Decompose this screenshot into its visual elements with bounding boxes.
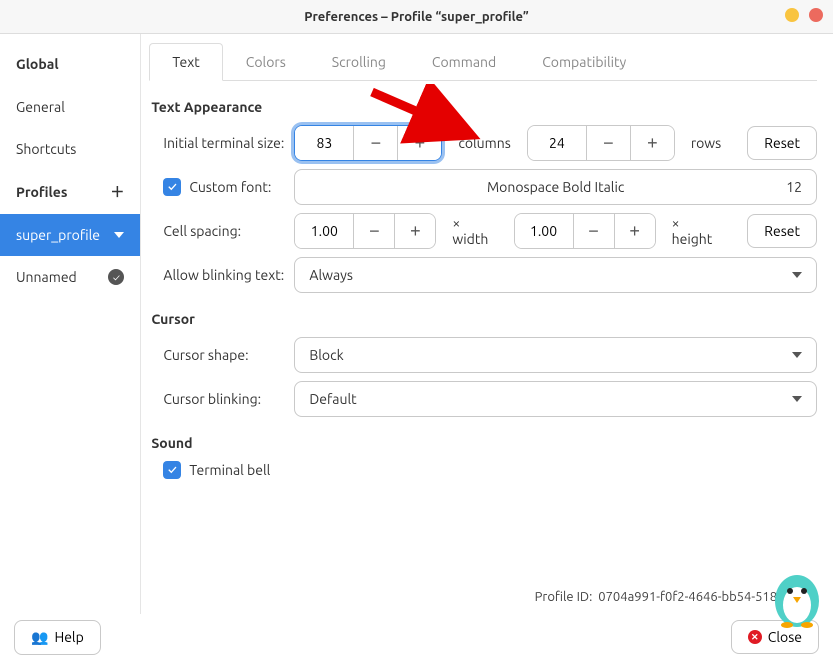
chevron-down-icon [792,272,802,278]
profile-menu-icon[interactable] [114,232,124,238]
help-button[interactable]: 👥 Help [14,620,101,655]
custom-font-checkbox[interactable]: ✓ [163,178,181,196]
cursor-blink-label: Cursor blinking: [149,391,284,407]
cell-height-unit: × height [672,215,722,247]
help-icon: 👥 [31,629,48,646]
sidebar-item-label: General [16,99,65,115]
allow-blink-select[interactable]: Always [294,257,817,293]
rows-unit: rows [691,135,721,151]
cell-width-decr-button[interactable]: − [353,214,394,248]
reset-cell-button[interactable]: Reset [747,214,817,248]
section-sound: Sound [151,435,817,451]
rows-stepper: − + [527,125,675,161]
chevron-down-icon [792,396,802,402]
columns-unit: columns [458,135,510,151]
columns-incr-button[interactable]: + [397,126,441,160]
columns-input[interactable] [295,126,353,160]
sidebar-item-shortcuts[interactable]: Shortcuts [0,128,140,170]
custom-font-label: Custom font: [189,179,271,195]
sidebar-item-label: super_profile [16,227,100,243]
terminal-bell-checkbox[interactable]: ✓ [163,461,181,479]
reset-size-button[interactable]: Reset [747,126,817,160]
cursor-blink-select[interactable]: Default [294,381,817,417]
cell-height-incr-button[interactable]: + [614,214,655,248]
sidebar-item-super-profile[interactable]: super_profile [0,214,140,256]
tab-text[interactable]: Text [149,43,222,81]
tab-compatibility[interactable]: Compatibility [519,43,649,81]
profile-id: Profile ID: 0704a991-f0f2-4646-bb54-518f… [535,590,811,604]
section-text-appearance: Text Appearance [151,99,817,115]
sidebar-item-unnamed[interactable]: Unnamed ✓ [0,256,140,298]
cell-width-stepper: − + [294,213,436,249]
columns-decr-button[interactable]: − [353,126,397,160]
columns-stepper: − + [294,125,442,161]
cell-width-unit: × width [452,215,497,247]
minimize-button[interactable] [785,8,799,22]
cursor-shape-select[interactable]: Block [294,337,817,373]
rows-input[interactable] [528,126,586,160]
sidebar-item-label: Unnamed [16,269,77,285]
allow-blink-value: Always [309,267,353,283]
rows-incr-button[interactable]: + [630,126,674,160]
titlebar: Preferences – Profile “super_profile” [0,0,833,34]
sidebar-heading-profiles: Profiles ＋ [0,170,140,214]
tabs: Text Colors Scrolling Command Compatibil… [149,42,817,81]
main-panel: Text Colors Scrolling Command Compatibil… [141,34,833,614]
window-controls [785,8,823,22]
footer: 👥 Help ✕ Close [0,614,833,659]
cell-height-input[interactable] [515,214,573,248]
cell-height-stepper: − + [514,213,656,249]
cursor-shape-value: Block [309,347,343,363]
sidebar-item-label: Shortcuts [16,141,76,157]
cell-height-decr-button[interactable]: − [573,214,614,248]
font-size: 12 [786,179,802,195]
chevron-down-icon [792,352,802,358]
font-name: Monospace Bold Italic [487,179,624,195]
add-profile-icon[interactable]: ＋ [110,185,124,199]
cursor-shape-label: Cursor shape: [149,347,284,363]
sidebar-item-general[interactable]: General [0,86,140,128]
terminal-bell-label: Terminal bell [189,462,270,478]
cursor-blink-value: Default [309,391,356,407]
rows-decr-button[interactable]: − [586,126,630,160]
window-title: Preferences – Profile “super_profile” [304,10,528,24]
tab-colors[interactable]: Colors [223,43,309,81]
font-chooser-button[interactable]: Monospace Bold Italic 12 [294,169,817,205]
close-window-button[interactable] [809,8,823,22]
sidebar-heading-global: Global [0,42,140,86]
tab-command[interactable]: Command [409,43,519,81]
cell-width-input[interactable] [295,214,353,248]
initial-size-label: Initial terminal size: [149,135,284,151]
sidebar: Global General Shortcuts Profiles ＋ supe… [0,34,141,614]
cell-spacing-label: Cell spacing: [149,223,284,239]
allow-blink-label: Allow blinking text: [149,267,284,283]
default-profile-icon: ✓ [108,269,124,285]
tab-scrolling[interactable]: Scrolling [309,43,409,81]
cell-width-incr-button[interactable]: + [394,214,435,248]
close-button[interactable]: ✕ Close [731,620,819,654]
section-cursor: Cursor [151,311,817,327]
close-icon: ✕ [748,630,762,644]
